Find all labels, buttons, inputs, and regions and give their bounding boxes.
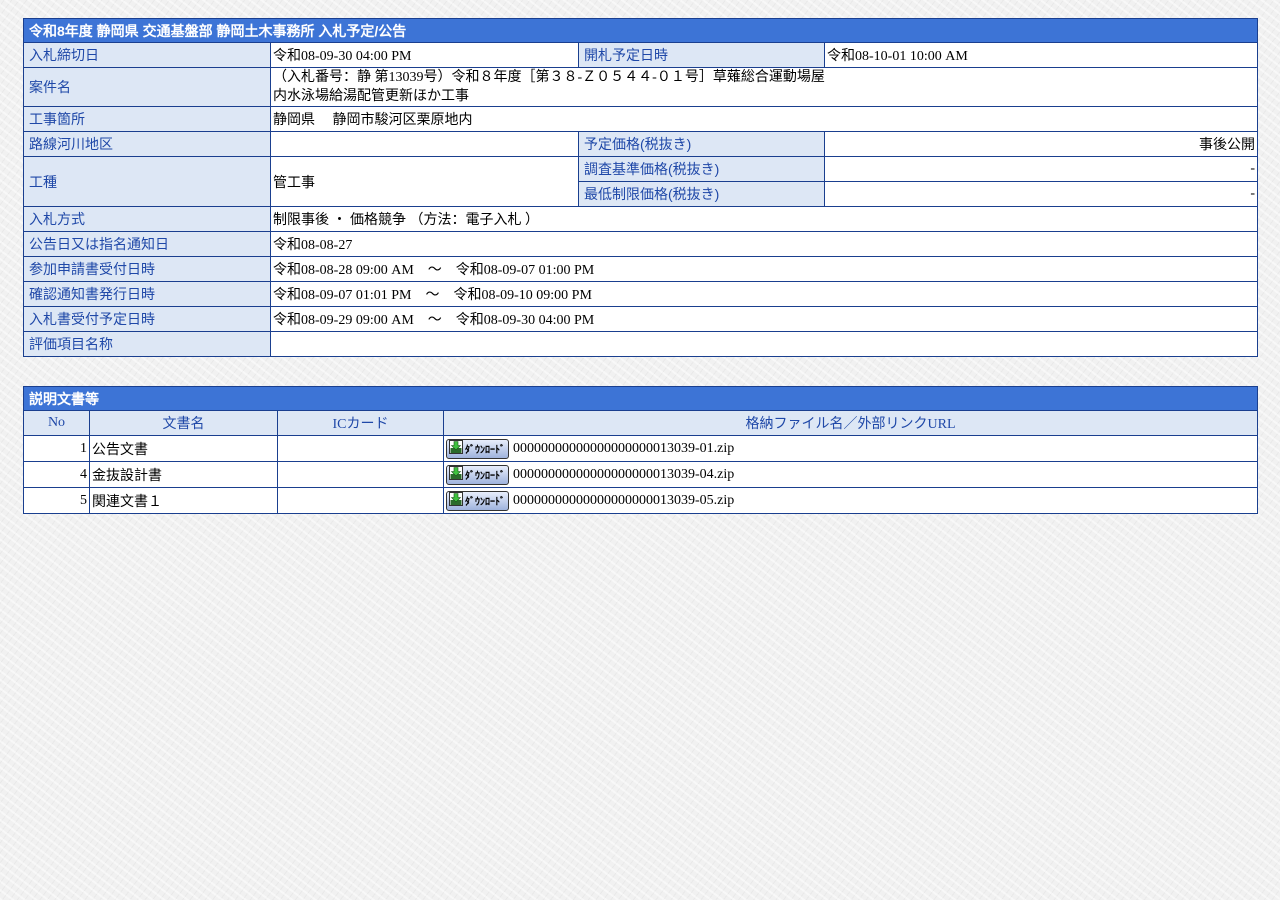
doc-name: 関連文書１ [89, 487, 278, 514]
documents-table: 説明文書等 No 文書名 ICカード 格納ファイル名／外部リンクURL 1 公告文… [23, 386, 1258, 514]
doc-file-cell: ﾀﾞｳﾝﾛｰﾄﾞ 00000000000000000000013039-01.zi… [443, 435, 1258, 462]
value-notice-date: 令和08-08-27 [269, 231, 1259, 257]
download-button-label: ﾀﾞｳﾝﾛｰﾄﾞ [465, 471, 505, 482]
label-bid-receipt: 入札書受付予定日時 [23, 306, 271, 332]
value-confirmation: 令和08-09-07 01:01 PM ～ 令和08-09-10 09:00 P… [269, 281, 1259, 307]
label-location: 工事箇所 [23, 106, 271, 132]
bid-info-table: 令和8年度 静岡県 交通基盤部 静岡土木事務所 入札予定/公告 入札締切日 令和… [22, 18, 1259, 357]
value-bid-receipt: 令和08-09-29 09:00 AM ～ 令和08-09-30 04:00 P… [269, 306, 1259, 332]
doc-file-name: 00000000000000000000013039-04.zip [513, 466, 735, 482]
download-button-label: ﾀﾞｳﾝﾛｰﾄﾞ [465, 445, 505, 456]
download-arrow-icon [449, 440, 463, 457]
download-button[interactable]: ﾀﾞｳﾝﾛｰﾄﾞ [446, 464, 509, 485]
label-route: 路線河川地区 [23, 131, 271, 157]
value-participation: 令和08-08-28 09:00 AM ～ 令和08-09-07 01:00 P… [269, 256, 1259, 282]
column-header-file: 格納ファイル名／外部リンクURL [443, 410, 1258, 436]
value-route [270, 131, 579, 157]
value-work-type: 管工事 [270, 156, 579, 207]
label-opening: 開札予定日時 [578, 42, 825, 68]
label-participation: 参加申請書受付日時 [23, 256, 271, 282]
column-header-name: 文書名 [89, 410, 278, 436]
case-name-line1: （入札番号：静 第13039号）令和８年度［第３８-Ｚ０５４４-０１号］草薙総合… [273, 70, 825, 85]
table-row: 5 関連文書１ ﾀﾞｳﾝﾛｰﾄﾞ 00000000000000000000013039… [23, 487, 1258, 514]
table-row: 1 公告文書 ﾀﾞｳﾝﾛｰﾄﾞ 00000000000000000000013039-… [23, 435, 1258, 462]
doc-file-cell: ﾀﾞｳﾝﾛｰﾄﾞ 00000000000000000000013039-05.zi… [443, 487, 1258, 514]
doc-ic [277, 461, 444, 488]
doc-file-name: 00000000000000000000013039-05.zip [513, 492, 735, 508]
value-planned-price: 事後公開 [823, 131, 1259, 157]
value-deadline: 令和08-09-30 04:00 PM [270, 42, 579, 68]
doc-name: 公告文書 [89, 435, 278, 462]
column-header-no: No [23, 410, 90, 436]
doc-file-cell: ﾀﾞｳﾝﾛｰﾄﾞ 00000000000000000000013039-04.zi… [443, 461, 1258, 488]
label-eval-items: 評価項目名称 [23, 331, 271, 357]
case-name-line2: 内水泳場給湯配管更新ほか工事 [273, 89, 469, 104]
label-min-price: 最低制限価格(税抜き) [578, 181, 825, 207]
label-notice-date: 公告日又は指名通知日 [23, 231, 271, 257]
page-title: 令和8年度 静岡県 交通基盤部 静岡土木事務所 入札予定/公告 [22, 18, 1259, 43]
label-deadline: 入札締切日 [23, 42, 271, 68]
label-work-type: 工種 [23, 156, 271, 207]
documents-title: 説明文書等 [23, 386, 1258, 411]
label-bid-method: 入札方式 [23, 206, 271, 232]
column-header-ic: ICカード [277, 410, 444, 436]
doc-ic [277, 487, 444, 514]
label-case-name: 案件名 [23, 67, 271, 107]
value-eval-items [269, 331, 1259, 357]
value-location: 静岡県 静岡市駿河区栗原地内 [269, 106, 1259, 132]
value-opening: 令和08-10-01 10:00 AM [823, 42, 1259, 68]
download-button[interactable]: ﾀﾞｳﾝﾛｰﾄﾞ [446, 490, 509, 511]
doc-no: 4 [23, 461, 90, 488]
value-survey-price: - [823, 156, 1259, 182]
value-case-name: （入札番号：静 第13039号）令和８年度［第３８-Ｚ０５４４-０１号］草薙総合… [269, 67, 1259, 107]
download-arrow-icon [449, 466, 463, 483]
label-survey-price: 調査基準価格(税抜き) [578, 156, 825, 182]
download-button-label: ﾀﾞｳﾝﾛｰﾄﾞ [465, 497, 505, 508]
doc-no: 1 [23, 435, 90, 462]
label-planned-price: 予定価格(税抜き) [578, 131, 825, 157]
label-confirmation: 確認通知書発行日時 [23, 281, 271, 307]
doc-ic [277, 435, 444, 462]
doc-name: 金抜設計書 [89, 461, 278, 488]
value-min-price: - [823, 181, 1259, 207]
download-button[interactable]: ﾀﾞｳﾝﾛｰﾄﾞ [446, 438, 509, 459]
doc-no: 5 [23, 487, 90, 514]
value-bid-method: 制限事後 ・ 価格競争 （方法：電子入札 ） [269, 206, 1259, 232]
doc-file-name: 00000000000000000000013039-01.zip [513, 440, 735, 456]
download-arrow-icon [449, 492, 463, 509]
table-row: 4 金抜設計書 ﾀﾞｳﾝﾛｰﾄﾞ 00000000000000000000013039… [23, 461, 1258, 488]
